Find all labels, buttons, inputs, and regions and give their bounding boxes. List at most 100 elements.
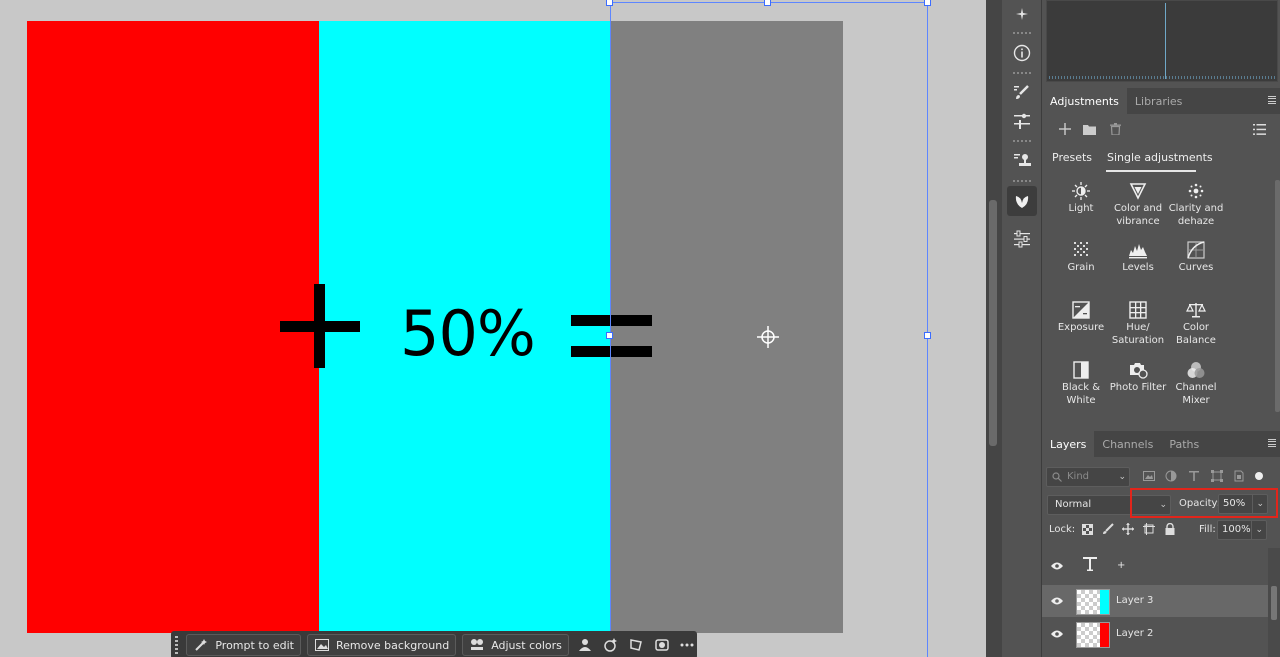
transform-button[interactable] [626, 634, 646, 656]
lock-image-pixels-icon[interactable] [1101, 522, 1115, 536]
remove-background-button[interactable]: Remove background [306, 634, 457, 656]
opacity-input[interactable]: 50% ⌄ [1218, 494, 1268, 514]
camera-icon [1130, 363, 1148, 379]
list-icon [1252, 123, 1266, 135]
properties-panel-button[interactable] [1007, 0, 1037, 30]
adj-grain[interactable]: Grain [1050, 241, 1112, 275]
delete-adjustment-button[interactable] [1106, 120, 1124, 138]
lock-position-icon[interactable] [1121, 522, 1135, 536]
equation-percent-text: 50% [400, 297, 536, 370]
curves-icon [1187, 241, 1205, 259]
tab-adjustments[interactable]: Adjustments [1042, 88, 1127, 114]
info-panel-button[interactable] [1007, 38, 1037, 68]
lock-all-icon[interactable] [1163, 522, 1177, 536]
plus-icon [1059, 123, 1071, 135]
clone-source-panel-button[interactable] [1007, 146, 1037, 176]
lock-transparent-pixels-icon[interactable] [1080, 522, 1094, 536]
adjustments-panel-button[interactable] [1007, 186, 1037, 216]
lock-artboard-icon[interactable] [1142, 522, 1156, 536]
transform-handle-top-right[interactable] [924, 0, 931, 6]
filter-type-layers-icon[interactable] [1187, 469, 1201, 483]
taskbar-grip-handle[interactable] [175, 635, 180, 655]
adj-photo-filter[interactable]: Photo Filter [1107, 361, 1169, 395]
tab-paths[interactable]: Paths [1161, 431, 1207, 457]
filter-toggle-icon[interactable] [1252, 469, 1266, 483]
adj-levels-label: Levels [1122, 262, 1154, 273]
list-view-button[interactable] [1250, 120, 1268, 138]
layer-thumbnail [1076, 589, 1110, 615]
layers-panel-menu-icon[interactable] [1268, 439, 1276, 447]
visibility-eye-icon[interactable] [1050, 594, 1064, 608]
adj-clarity-and-dehaze[interactable]: Clarity and dehaze [1165, 182, 1227, 228]
layers-scrollbar-thumb[interactable] [1271, 586, 1277, 620]
text-layer-extra: + [1117, 560, 1126, 571]
opacity-value: 50% [1223, 498, 1246, 509]
person-icon [578, 639, 591, 651]
text-layer-icon [1082, 556, 1102, 576]
fill-input[interactable]: 100% ⌄ [1217, 520, 1267, 540]
adjust-colors-button[interactable]: Adjust colors [462, 634, 569, 656]
trash-icon [1109, 123, 1121, 135]
adjust-colors-label: Adjust colors [491, 638, 562, 652]
adjustments-scrollbar[interactable] [1275, 180, 1280, 412]
adj-curves[interactable]: Curves [1165, 241, 1227, 275]
transform-handle-right[interactable] [924, 332, 931, 339]
adjustments-tabbar: Adjustments Libraries [1042, 88, 1280, 114]
adj-channel-mixer[interactable]: Channel Mixer [1165, 361, 1227, 407]
properties-sliders-button[interactable] [1007, 224, 1037, 254]
canvas-area[interactable]: 50% Prompt to edit Remove background Adj… [0, 0, 986, 657]
red-stripe [27, 21, 319, 633]
adj-color-and-vibrance[interactable]: Color and vibrance [1107, 182, 1169, 228]
adjustments-panel-menu-icon[interactable] [1268, 96, 1276, 104]
canvas-vertical-scrollbar[interactable] [986, 0, 1002, 657]
subtab-presets[interactable]: Presets [1052, 151, 1092, 164]
brush-icon [1014, 85, 1029, 99]
hue-saturation-icon [1129, 301, 1147, 319]
histogram-panel [1046, 0, 1278, 82]
adjustments-leaf-icon [1015, 196, 1029, 208]
layer-row-text[interactable]: + [1042, 550, 1268, 582]
transform-handle-top[interactable] [764, 0, 771, 6]
mask-icon [654, 639, 669, 651]
reference-point-crosshair-icon[interactable] [757, 326, 779, 348]
filter-kind-select[interactable]: Kind ⌄ [1046, 467, 1130, 487]
prompt-to-edit-label: Prompt to edit [215, 638, 294, 652]
channel-mixer-icon [1187, 362, 1205, 378]
layer-row-layer-2[interactable]: Layer 2 [1042, 618, 1268, 650]
filter-pixel-layers-icon[interactable] [1142, 469, 1156, 483]
filter-smart-objects-icon[interactable] [1232, 469, 1246, 483]
adj-black-and-white[interactable]: Black & White [1050, 361, 1112, 407]
filter-shape-layers-icon[interactable] [1210, 469, 1224, 483]
folder-icon [1082, 124, 1096, 135]
sparkle-cursor-icon [1016, 8, 1028, 20]
tab-layers[interactable]: Layers [1042, 431, 1095, 457]
more-options-button[interactable] [677, 634, 697, 656]
adjustments-toolbar [1042, 116, 1280, 142]
filter-adjustment-layers-icon[interactable] [1164, 469, 1178, 483]
adj-hue-saturation[interactable]: Hue/ Saturation [1107, 301, 1169, 347]
visibility-eye-icon[interactable] [1050, 627, 1064, 641]
new-group-button[interactable] [1080, 120, 1098, 138]
adj-light[interactable]: Light [1050, 182, 1112, 216]
adj-color-balance[interactable]: Color Balance [1165, 301, 1227, 347]
prompt-to-edit-button[interactable]: Prompt to edit [186, 634, 301, 656]
canvas-scrollbar-thumb[interactable] [989, 200, 997, 446]
layer-row-layer-3[interactable]: Layer 3 [1042, 585, 1268, 617]
adjust-colors-icon [469, 637, 485, 653]
add-adjustment-button[interactable] [1056, 120, 1074, 138]
brush-panel-button[interactable] [1007, 78, 1037, 108]
select-subject-button[interactable] [575, 634, 595, 656]
subtab-single-adjustments[interactable]: Single adjustments [1107, 151, 1213, 164]
adj-levels[interactable]: Levels [1107, 241, 1169, 275]
tab-libraries[interactable]: Libraries [1127, 88, 1191, 114]
mask-button[interactable] [652, 634, 672, 656]
levels-icon [1129, 244, 1147, 259]
transform-handle-top-left[interactable] [606, 0, 613, 6]
tab-channels[interactable]: Channels [1094, 431, 1161, 457]
adj-exposure[interactable]: Exposure [1050, 301, 1112, 335]
layers-scrollbar[interactable] [1268, 548, 1280, 657]
transform-handle-left[interactable] [606, 332, 613, 339]
generate-button[interactable] [601, 634, 621, 656]
brush-settings-panel-button[interactable] [1007, 106, 1037, 136]
visibility-eye-icon[interactable] [1050, 559, 1064, 573]
